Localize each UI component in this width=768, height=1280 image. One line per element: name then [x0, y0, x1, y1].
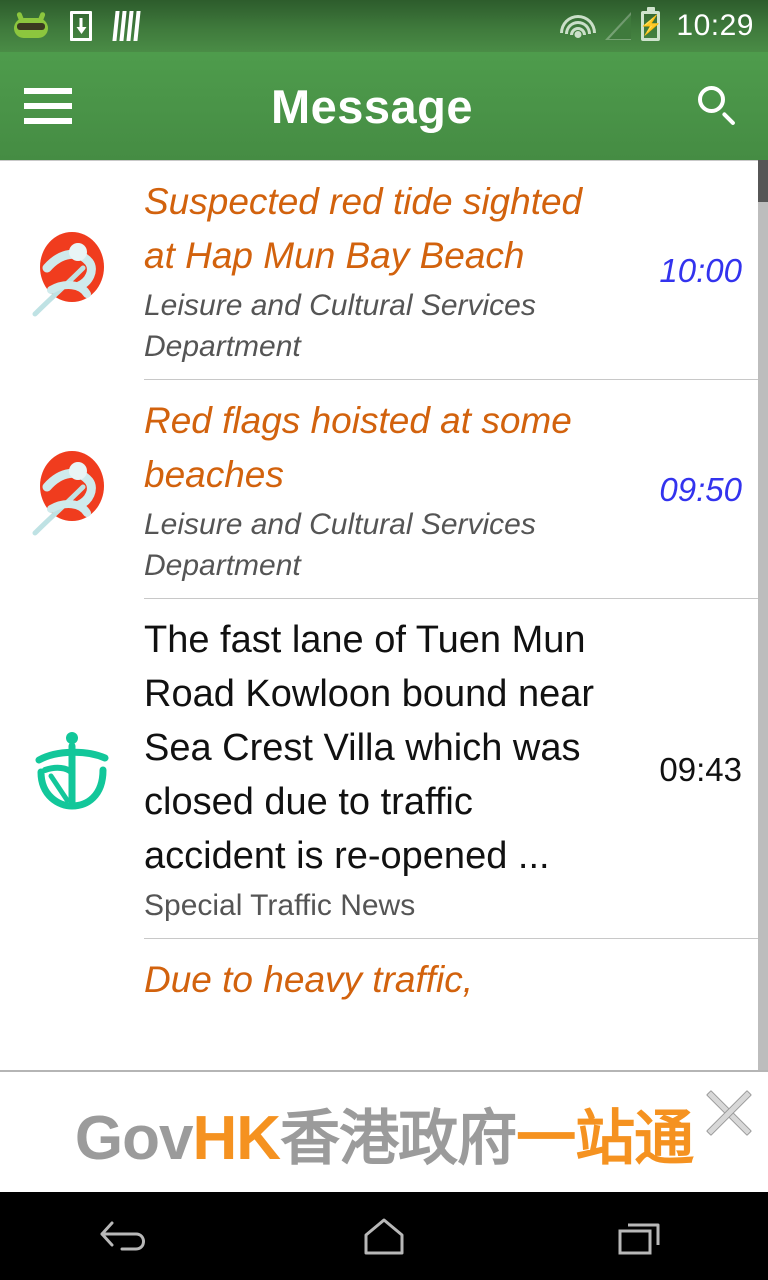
android-navigation-bar — [0, 1192, 768, 1280]
home-icon[interactable] — [256, 1192, 512, 1280]
ad-chinese-gray-text: 香港政府 — [280, 1104, 517, 1172]
lcsd-logo — [0, 443, 144, 537]
lcsd-logo — [0, 224, 144, 318]
message-title: Due to heavy traffic, — [144, 959, 474, 1000]
list-item[interactable]: Suspected red tide sighted at Hap Mun Ba… — [0, 161, 768, 380]
list-item[interactable]: Due to heavy traffic, — [0, 939, 768, 1019]
page-title: Message — [270, 79, 474, 133]
ad-banner[interactable]: Gov HK 香港政府 一站通 — [0, 1070, 768, 1194]
status-bar-clock: 10:29 — [676, 9, 754, 42]
close-icon[interactable] — [700, 1084, 758, 1142]
ad-banner-text: Gov HK 香港政府 一站通 — [74, 1090, 694, 1177]
message-list[interactable]: Suspected red tide sighted at Hap Mun Ba… — [0, 160, 768, 1070]
message-time: 09:50 — [659, 471, 742, 508]
scrollbar-thumb[interactable] — [758, 160, 768, 202]
app-bar: Message — [0, 52, 768, 160]
transport-department-logo — [0, 726, 144, 812]
signal-icon — [605, 12, 632, 40]
recents-icon[interactable] — [512, 1192, 768, 1280]
message-time: 10:00 — [659, 252, 742, 289]
message-title: Red flags hoisted at some beaches — [144, 400, 572, 495]
wifi-icon — [560, 13, 597, 39]
message-source: Leisure and Cultural Services Department — [144, 508, 536, 582]
barcode-icon — [112, 11, 141, 41]
back-icon[interactable] — [0, 1192, 256, 1280]
message-title: Suspected red tide sighted at Hap Mun Ba… — [144, 181, 583, 276]
search-icon[interactable] — [668, 52, 768, 160]
status-bar-right-icons: ⚡ 10:29 — [560, 9, 754, 43]
status-bar: ⚡ 10:29 — [0, 0, 768, 52]
message-source: Special Traffic News — [144, 889, 416, 922]
message-title: The fast lane of Tuen Mun Road Kowloon b… — [144, 619, 595, 877]
battery-charging-icon: ⚡ — [639, 11, 663, 41]
message-source: Leisure and Cultural Services Department — [144, 289, 536, 363]
message-time: 09:43 — [659, 750, 742, 788]
ad-chinese-orange-text: 一站通 — [516, 1104, 694, 1172]
status-bar-left-icons — [14, 11, 141, 41]
scrollbar-track[interactable] — [758, 160, 768, 1070]
list-item[interactable]: Red flags hoisted at some beaches Leisur… — [0, 380, 768, 599]
download-icon — [70, 11, 92, 41]
list-item[interactable]: The fast lane of Tuen Mun Road Kowloon b… — [0, 599, 768, 939]
ad-hk-text: HK — [192, 1103, 282, 1173]
mascot-icon — [14, 11, 48, 40]
ad-gov-text: Gov — [74, 1103, 194, 1173]
